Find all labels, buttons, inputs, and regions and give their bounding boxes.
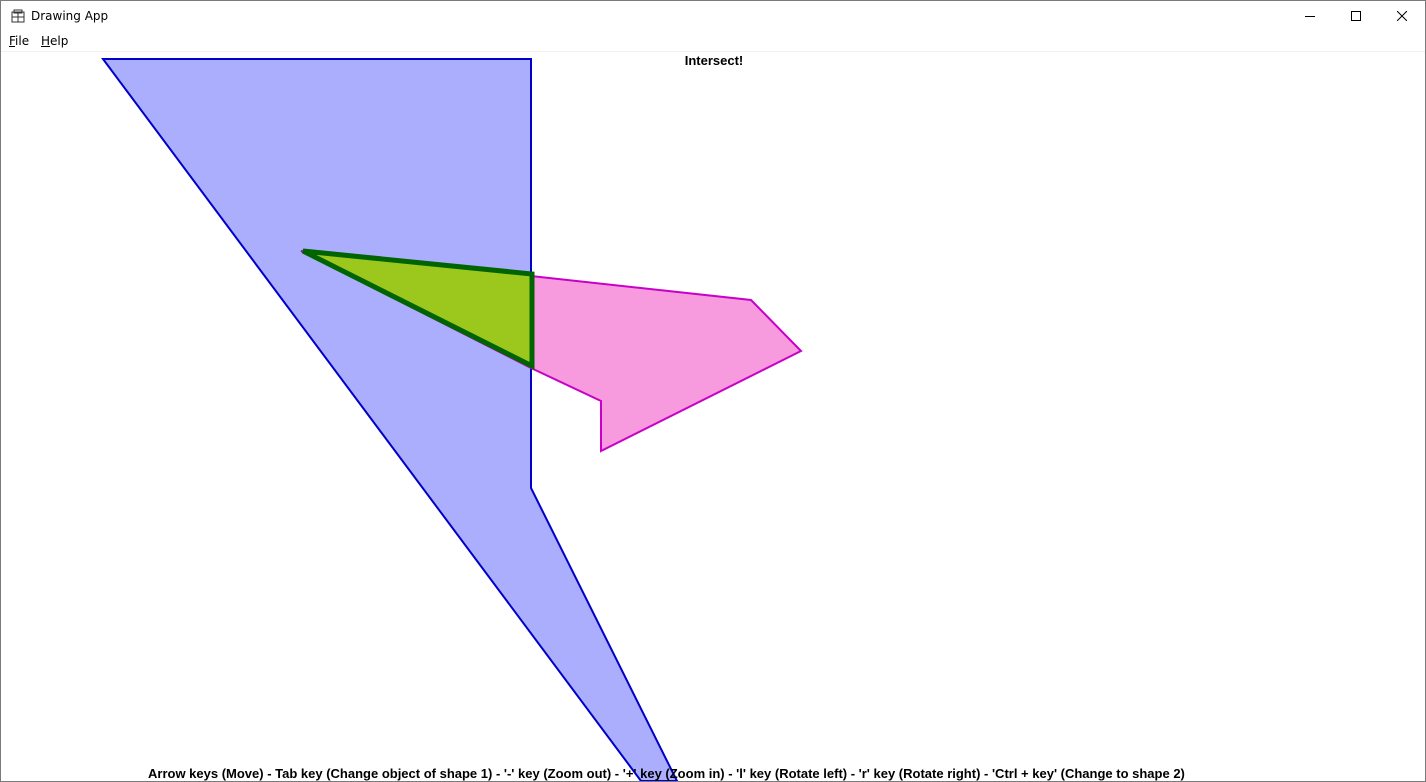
title-bar[interactable]: Drawing App xyxy=(1,1,1425,31)
menu-help-mnemonic: H xyxy=(41,34,51,48)
maximize-button[interactable] xyxy=(1333,1,1379,31)
menu-file-label: ile xyxy=(15,34,30,48)
close-icon xyxy=(1397,11,1407,21)
intersect-status: Intersect! xyxy=(684,53,744,68)
scene-svg xyxy=(101,58,803,781)
shape-1-polygon[interactable] xyxy=(101,58,679,781)
maximize-icon xyxy=(1351,11,1361,21)
app-window: Drawing App File Help Intersect! Arrow k… xyxy=(0,0,1426,782)
keyboard-help-text: Arrow keys (Move) - Tab key (Change obje… xyxy=(148,766,1185,781)
app-icon xyxy=(11,9,25,23)
menu-help-label: elp xyxy=(50,34,69,48)
close-button[interactable] xyxy=(1379,1,1425,31)
window-title: Drawing App xyxy=(31,9,109,23)
menu-help[interactable]: Help xyxy=(41,34,68,48)
minimize-button[interactable] xyxy=(1287,1,1333,31)
menu-bar: File Help xyxy=(1,31,1425,52)
minimize-icon xyxy=(1305,16,1315,17)
drawing-canvas[interactable]: Intersect! Arrow keys (Move) - Tab key (… xyxy=(1,52,1425,781)
menu-file[interactable]: File xyxy=(9,34,29,48)
